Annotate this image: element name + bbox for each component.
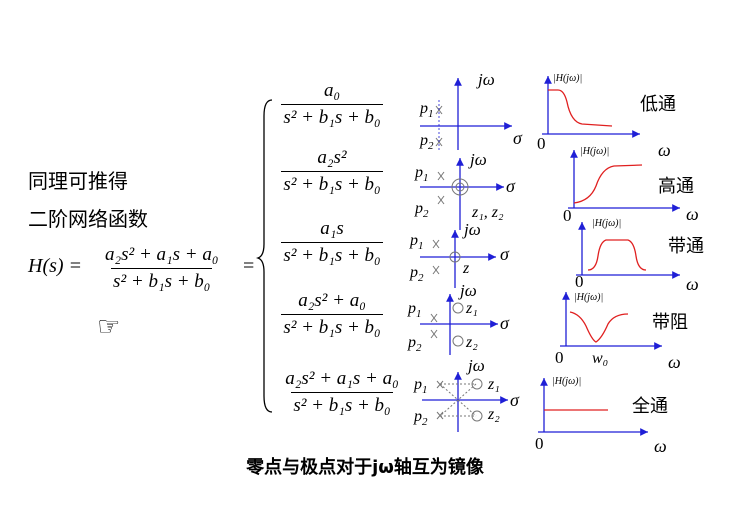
case-numerator: a₂s² + a₁s + a₀: [285, 368, 399, 389]
label-zero: 0: [563, 206, 572, 225]
label-omega: ω: [686, 204, 699, 224]
label-zero: 0: [537, 134, 546, 153]
label-H: |H(jω)|: [592, 218, 622, 229]
pointing-hand-icon: ☞: [97, 312, 121, 342]
intro-line-1: 同理可推得: [28, 169, 128, 193]
label-p2: p2: [410, 264, 424, 285]
label-jw: jω: [468, 356, 485, 375]
filter-label-bandpass: 带通: [668, 236, 704, 257]
case-numerator: a₀: [323, 80, 341, 101]
label-omega: ω: [668, 352, 681, 372]
formula-equals: =: [243, 255, 255, 277]
main-denominator: s² + b₁s + b₀: [111, 268, 213, 293]
label-w0: w₀: [592, 350, 609, 367]
label-z1: z₁: [488, 376, 500, 393]
label-p1: p1: [414, 376, 428, 397]
label-jw: jω: [478, 70, 495, 89]
case-fraction-allpass: a₂s² + a₁s + a₀ s² + b₁s + b₀: [272, 368, 412, 417]
label-H: |H(jω)|: [580, 146, 610, 157]
label-sigma: σ: [506, 176, 515, 196]
label-omega: ω: [658, 140, 671, 160]
caption: 零点与极点对于jω轴互为镜像: [246, 457, 484, 478]
case-fraction-lowpass: a₀ s² + b₁s + b₀: [275, 80, 389, 129]
label-z: z: [463, 260, 470, 277]
case-fraction-bandpass: a₁s s² + b₁s + b₀: [275, 218, 389, 267]
main-numerator: a₂s² + a₁s + a₀: [105, 244, 219, 265]
case-denominator: s² + b₁s + b₀: [281, 171, 383, 196]
label-jw: jω: [460, 281, 477, 300]
filter-label-allpass: 全通: [632, 396, 668, 417]
label-p2: p2: [414, 408, 428, 429]
label-p1: p1: [410, 232, 424, 253]
label-zero: 0: [535, 434, 544, 453]
label-sigma: σ: [500, 244, 509, 264]
main-fraction: a₂s² + a₁s + a₀ s² + b₁s + b₀: [103, 244, 220, 293]
label-zero: 0: [555, 348, 564, 367]
frequency-responses: [538, 76, 680, 436]
label-H: |H(jω)|: [574, 292, 604, 303]
label-p2: p2: [415, 200, 429, 221]
label-sigma: σ: [500, 313, 509, 333]
case-fraction-highpass: a₂s² s² + b₁s + b₀: [275, 147, 389, 196]
pz-bandpass: [420, 230, 496, 288]
label-zero: 0: [575, 272, 584, 291]
case-denominator: s² + b₁s + b₀: [291, 392, 393, 417]
label-p1: p1: [415, 164, 429, 185]
filter-label-bandstop: 带阻: [652, 312, 688, 333]
label-jw: jω: [470, 150, 487, 169]
response-bandpass: [576, 222, 680, 279]
case-denominator: s² + b₁s + b₀: [281, 314, 383, 339]
label-jw: jω: [464, 220, 481, 239]
case-denominator: s² + b₁s + b₀: [281, 242, 383, 267]
filter-label-highpass: 高通: [658, 176, 694, 197]
label-sigma: σ: [510, 390, 519, 410]
pz-bandstop: [420, 294, 498, 355]
label-p2: p2: [420, 132, 434, 153]
case-fraction-bandstop: a₂s² + a₀ s² + b₁s + b₀: [275, 290, 389, 339]
case-numerator: a₂s² + a₀: [298, 290, 366, 311]
label-H: |H(jω)|: [552, 376, 582, 387]
case-numerator: a₁s: [320, 218, 344, 239]
label-p2: p2: [408, 334, 422, 355]
filter-label-lowpass: 低通: [640, 94, 676, 115]
intro-line-2: 二阶网络函数: [28, 207, 148, 231]
label-z2: z₂: [488, 406, 500, 423]
response-lowpass: [542, 76, 640, 138]
label-z2: z₂: [466, 334, 478, 351]
label-p1: p1: [420, 100, 434, 121]
label-omega: ω: [686, 274, 699, 294]
label-z1: z₁: [466, 300, 478, 317]
case-numerator: a₂s²: [317, 147, 347, 168]
label-sigma: σ: [513, 128, 522, 148]
formula-lhs: H(s) =: [28, 255, 83, 277]
case-denominator: s² + b₁s + b₀: [281, 104, 383, 129]
label-p1: p1: [408, 300, 422, 321]
label-H: |H(jω)|: [553, 73, 583, 84]
